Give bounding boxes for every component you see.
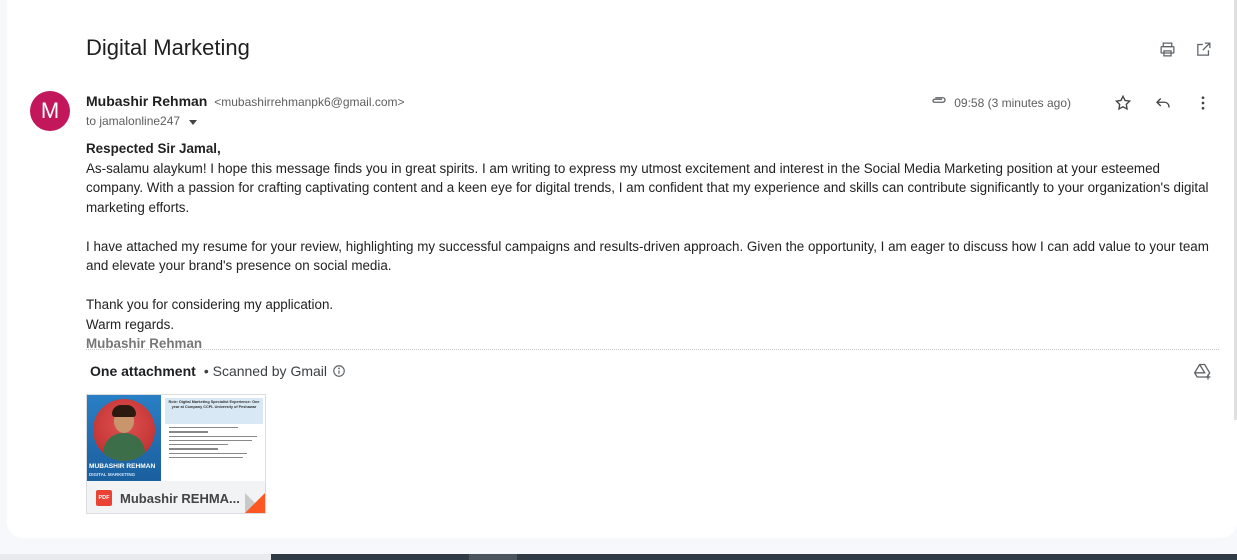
email-body: Respected Sir Jamal, As-salamu alaykum! … (86, 139, 1216, 354)
recipient-label: to jamalonline247 (86, 114, 181, 128)
greeting: Respected Sir Jamal, (86, 141, 221, 156)
thumb-heading: Role: Digital Marketing Specialist Exper… (165, 398, 263, 424)
paperclip-icon (930, 91, 948, 114)
attachment-footer: PDF Mubashir REHMA... (87, 481, 265, 513)
add-to-drive-icon[interactable] (1193, 362, 1213, 382)
attachments-title: One attachment (90, 363, 196, 379)
sender: Mubashir Rehman <mubashirrehmanpk6@gmail… (86, 93, 405, 109)
email-subject: Digital Marketing (86, 35, 250, 60)
print-icon[interactable] (1158, 40, 1176, 58)
info-icon[interactable] (332, 364, 346, 378)
sender-name[interactable]: Mubashir Rehman (86, 93, 207, 109)
thumb-role: DIGITAL MARKETING (89, 472, 136, 477)
top-actions (1158, 40, 1212, 58)
thumb-text-lines (165, 427, 263, 459)
divider (86, 349, 1219, 350)
pdf-icon: PDF (96, 490, 112, 506)
signature: Mubashir Rehman (86, 336, 203, 351)
profile-photo (93, 399, 155, 461)
closing: Warm regards. (86, 316, 175, 332)
attachment-card[interactable]: MUBASHIR REHMAN DIGITAL MARKETING Role: … (86, 394, 266, 514)
thumb-name: MUBASHIR REHMAN (89, 463, 156, 470)
scanned-label: • Scanned by Gmail (203, 363, 327, 379)
attachment-name: Mubashir REHMA... (120, 490, 240, 506)
taskbar-strip (0, 554, 1237, 560)
page-fold-accent (245, 493, 265, 513)
more-vert-icon[interactable] (1193, 93, 1213, 113)
body-paragraph: I have attached my resume for your revie… (86, 238, 1209, 274)
message-meta: 09:58 (3 minutes ago) (930, 91, 1213, 114)
attachments-header: One attachment • Scanned by Gmail (90, 363, 346, 379)
attachment-thumbnail: MUBASHIR REHMAN DIGITAL MARKETING Role: … (87, 395, 265, 481)
star-icon[interactable] (1113, 93, 1133, 113)
email-card: Digital Marketing M Mubashir Rehman <mub… (7, 0, 1237, 538)
avatar[interactable]: M (30, 91, 70, 131)
recipient-line[interactable]: to jamalonline247 (86, 114, 198, 128)
open-in-new-icon[interactable] (1194, 40, 1212, 58)
reply-icon[interactable] (1153, 93, 1173, 113)
body-paragraph: Thank you for considering my application… (86, 297, 334, 312)
message-time: 09:58 (3 minutes ago) (954, 95, 1071, 110)
body-paragraph: As-salamu alaykum! I hope this message f… (86, 160, 1209, 215)
sender-email: <mubashirrehmanpk6@gmail.com> (214, 95, 405, 109)
chevron-down-icon[interactable] (189, 119, 198, 125)
